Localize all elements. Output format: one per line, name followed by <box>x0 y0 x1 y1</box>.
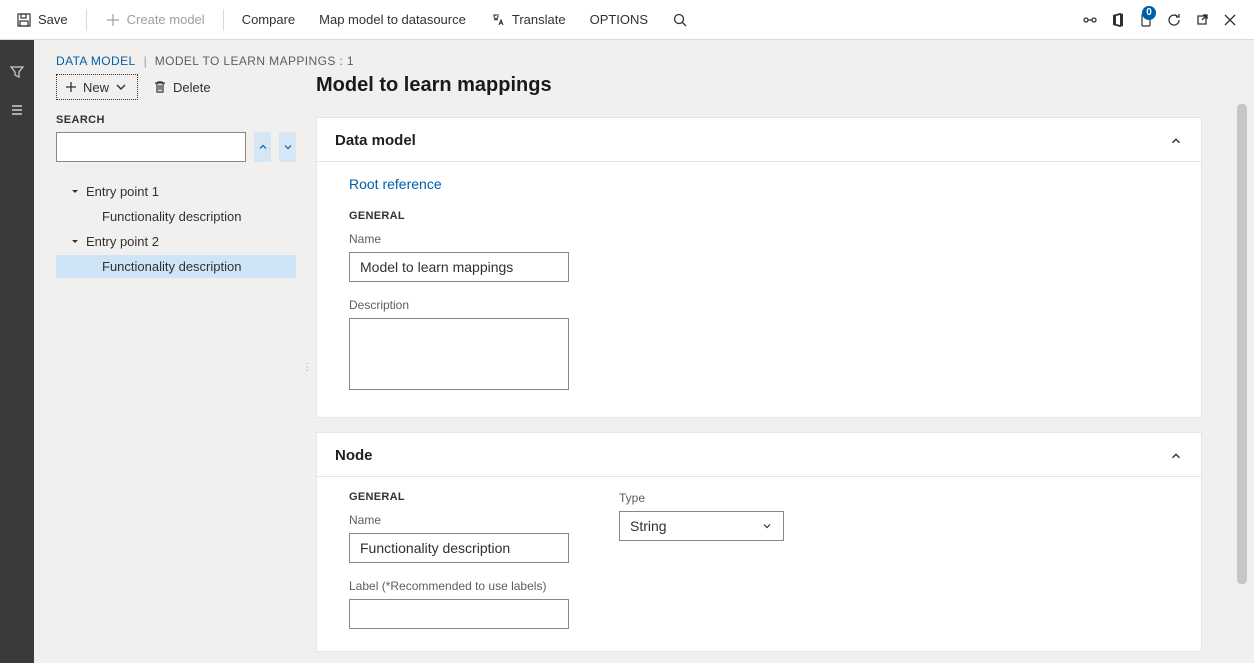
data-model-description-input[interactable] <box>349 318 569 390</box>
panel-header-node[interactable]: Node <box>317 433 1201 477</box>
trash-icon <box>152 79 168 95</box>
node-label-label: Label (*Recommended to use labels) <box>349 579 569 593</box>
tree: Entry point 1 Functionality description … <box>56 178 296 278</box>
connector-icon[interactable] <box>1082 12 1098 28</box>
save-icon <box>16 12 32 28</box>
compare-label: Compare <box>242 12 295 27</box>
notifications-icon[interactable]: 0 <box>1138 12 1154 28</box>
content: DATA MODEL | MODEL TO LEARN MAPPINGS : 1… <box>34 40 1254 663</box>
compare-button[interactable]: Compare <box>232 8 305 31</box>
tree-item-func-desc-1[interactable]: Functionality description <box>56 205 296 228</box>
save-label: Save <box>38 12 68 27</box>
chevron-down-icon <box>113 79 129 95</box>
node-name-input[interactable] <box>349 533 569 563</box>
description-label: Description <box>349 298 1169 312</box>
refresh-icon[interactable] <box>1166 12 1182 28</box>
translate-button[interactable]: Translate <box>480 8 576 32</box>
section-label-general: GENERAL <box>349 491 569 503</box>
node-type-value: String <box>630 518 667 534</box>
search-up-button[interactable] <box>254 132 271 162</box>
save-button[interactable]: Save <box>6 8 78 32</box>
search-input[interactable] <box>56 132 246 162</box>
main: DATA MODEL | MODEL TO LEARN MAPPINGS : 1… <box>0 40 1254 663</box>
create-model-label: Create model <box>127 12 205 27</box>
close-icon[interactable] <box>1222 12 1238 28</box>
panel-header-data-model[interactable]: Data model <box>317 118 1201 162</box>
root-reference-link[interactable]: Root reference <box>349 176 442 192</box>
scrollbar-thumb[interactable] <box>1237 104 1247 584</box>
plus-icon <box>63 79 79 95</box>
tree-item-entry-point-1[interactable]: Entry point 1 <box>56 178 296 205</box>
create-model-button: Create model <box>95 8 215 32</box>
delete-label: Delete <box>173 80 211 95</box>
toolbar: Save Create model Compare Map model to d… <box>0 0 1254 40</box>
caret-down-icon <box>70 234 80 249</box>
tree-item-func-desc-2[interactable]: Functionality description <box>56 255 296 278</box>
tree-label: Entry point 2 <box>86 234 159 249</box>
options-label: OPTIONS <box>590 12 649 27</box>
scrollbar[interactable] <box>1237 104 1247 653</box>
data-model-name-input[interactable] <box>349 252 569 282</box>
notification-badge: 0 <box>1142 6 1156 20</box>
search-label: SEARCH <box>56 114 296 126</box>
left-pane: New Delete SEARCH <box>56 74 296 663</box>
breadcrumb-current: MODEL TO LEARN MAPPINGS : 1 <box>155 54 354 68</box>
translate-icon <box>490 12 506 28</box>
node-type-label: Type <box>619 491 784 505</box>
right-pane: ⋮ Model to learn mappings Data model Roo… <box>316 74 1202 663</box>
panel-title: Node <box>335 447 373 464</box>
popout-icon[interactable] <box>1194 12 1210 28</box>
map-button[interactable]: Map model to datasource <box>309 8 476 31</box>
search-button[interactable] <box>662 8 698 32</box>
chevron-up-icon <box>1169 449 1183 463</box>
tree-label: Functionality description <box>102 209 241 224</box>
new-button[interactable]: New <box>56 74 138 100</box>
tree-item-entry-point-2[interactable]: Entry point 2 <box>56 228 296 255</box>
caret-down-icon <box>70 184 80 199</box>
separator <box>223 9 224 31</box>
node-type-select[interactable]: String <box>619 511 784 541</box>
panel-title: Data model <box>335 132 416 149</box>
new-label: New <box>83 80 109 95</box>
list-icon[interactable] <box>9 102 25 118</box>
delete-button[interactable]: Delete <box>150 74 213 100</box>
toolbar-right: 0 <box>1082 12 1248 28</box>
search-icon <box>672 12 688 28</box>
plus-icon <box>105 12 121 28</box>
node-label-input[interactable] <box>349 599 569 629</box>
breadcrumb-root[interactable]: DATA MODEL <box>56 54 136 68</box>
map-label: Map model to datasource <box>319 12 466 27</box>
page-title: Model to learn mappings <box>316 74 1202 97</box>
name-label: Name <box>349 232 1169 246</box>
tree-label: Functionality description <box>102 259 241 274</box>
chevron-up-icon <box>1169 134 1183 148</box>
chevron-down-icon <box>761 520 773 532</box>
left-rail <box>0 40 34 663</box>
section-label-general: GENERAL <box>349 210 1169 222</box>
panel-data-model: Data model Root reference GENERAL Name D… <box>316 117 1202 418</box>
translate-label: Translate <box>512 12 566 27</box>
tree-label: Entry point 1 <box>86 184 159 199</box>
breadcrumb-separator: | <box>144 54 147 68</box>
breadcrumb: DATA MODEL | MODEL TO LEARN MAPPINGS : 1 <box>34 40 1224 74</box>
workspace: New Delete SEARCH <box>34 74 1224 663</box>
search-down-button[interactable] <box>279 132 296 162</box>
separator <box>86 9 87 31</box>
office-icon[interactable] <box>1110 12 1126 28</box>
panel-node: Node GENERAL Name <box>316 432 1202 652</box>
options-button[interactable]: OPTIONS <box>580 8 659 31</box>
node-name-label: Name <box>349 513 569 527</box>
drag-handle-icon[interactable]: ⋮ <box>302 366 313 370</box>
filter-icon[interactable] <box>9 64 25 80</box>
